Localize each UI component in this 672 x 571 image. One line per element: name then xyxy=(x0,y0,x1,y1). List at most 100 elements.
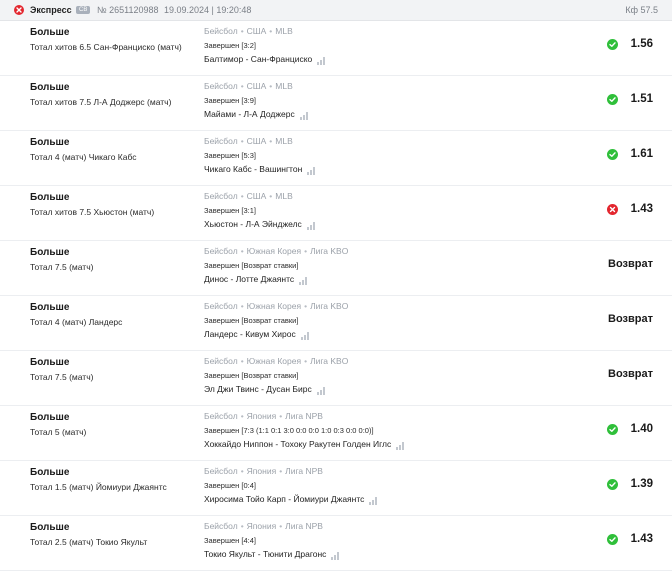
bet-list: Больше Тотал хитов 6.5 Сан-Франциско (ма… xyxy=(0,21,672,571)
stats-icon[interactable] xyxy=(299,277,308,285)
country-label: Япония xyxy=(246,466,277,476)
event-info: Бейсбол • Южная Корея • Лига KBO Завершен [В… xyxy=(204,300,599,340)
country-label: США xyxy=(246,81,267,91)
bet-row[interactable]: Больше Тотал 2.5 (матч) Токио Якульт Бей… xyxy=(0,516,672,571)
total-coefficient: Кф 57.5 xyxy=(625,5,658,15)
stats-icon[interactable] xyxy=(300,332,310,340)
sport-label: Бейсбол xyxy=(204,136,238,146)
league-label: MLB xyxy=(275,81,293,91)
separator-dot-icon: • xyxy=(269,81,273,91)
stats-icon[interactable] xyxy=(396,442,405,450)
event-breadcrumb[interactable]: Бейсбол • Южная Корея • Лига KBO xyxy=(204,355,599,367)
event-status: Завершен [5:3] xyxy=(204,151,256,160)
event-info: Бейсбол • США • MLB Завершен [3:2] Балтимор … xyxy=(204,25,599,65)
check-circle-icon xyxy=(607,39,618,50)
event-teams[interactable]: Токио Якульт - Тюнити Драгонс xyxy=(204,548,599,560)
bet-coefficient: 1.56 xyxy=(630,38,653,50)
league-label: MLB xyxy=(275,191,293,201)
bet-row[interactable]: Больше Тотал хитов 7.5 Л-А Доджерс (матч… xyxy=(0,76,672,131)
stats-icon[interactable] xyxy=(369,497,378,505)
bet-row[interactable]: Больше Тотал хитов 7.5 Хьюстон (матч) Бе… xyxy=(0,186,672,241)
outcome-label: Тотал 7.5 (матч) xyxy=(30,262,94,272)
stats-icon[interactable] xyxy=(317,57,326,65)
event-breadcrumb[interactable]: Бейсбол • Южная Корея • Лига KBO xyxy=(204,245,599,257)
event-teams[interactable]: Майами - Л-А Доджерс xyxy=(204,108,599,120)
sport-label: Бейсбол xyxy=(204,246,238,256)
event-info: Бейсбол • Южная Корея • Лига KBO Завершен [В… xyxy=(204,245,599,285)
separator-dot-icon: • xyxy=(240,136,244,146)
event-teams[interactable]: Ландерс - Кивум Хирос xyxy=(204,328,599,340)
market-label: Больше xyxy=(30,467,70,478)
separator-dot-icon: • xyxy=(279,521,283,531)
event-teams[interactable]: Хиросима Тойо Карп - Йомиури Джаянтс xyxy=(204,493,599,505)
outcome-label: Тотал хитов 6.5 Сан-Франциско (матч) xyxy=(30,42,182,52)
event-teams[interactable]: Балтимор - Сан-Франциско xyxy=(204,53,599,65)
stats-icon[interactable] xyxy=(316,387,326,395)
market-label: Больше xyxy=(30,137,70,148)
teams-label: Балтимор - Сан-Франциско xyxy=(204,54,313,64)
market-label: Больше xyxy=(30,302,70,313)
market-label: Больше xyxy=(30,522,70,533)
country-label: США xyxy=(246,136,267,146)
close-circle-icon xyxy=(14,5,24,15)
market-label: Больше xyxy=(30,192,70,203)
event-breadcrumb[interactable]: Бейсбол • Япония • Лига NPB xyxy=(204,520,599,532)
bet-coefficient: 1.61 xyxy=(630,148,653,160)
event-breadcrumb[interactable]: Бейсбол • США • MLB xyxy=(204,25,599,37)
teams-label: Динос - Лотте Джаянтс xyxy=(204,274,295,284)
stats-icon[interactable] xyxy=(307,167,316,175)
outcome-label: Тотал 7.5 (матч) xyxy=(30,372,94,382)
separator-dot-icon: • xyxy=(240,466,244,476)
bet-coefficient: 1.40 xyxy=(630,423,653,435)
stats-icon[interactable] xyxy=(299,112,309,120)
bet-row[interactable]: Больше Тотал 5 (матч) Бейсбол • Япония • Лиг… xyxy=(0,406,672,461)
bet-header[interactable]: Экспресс СВ № 2651120988 19.09.2024 | 19… xyxy=(0,0,672,21)
teams-label: Хиросима Тойо Карп - Йомиури Джаянтс xyxy=(204,494,365,504)
bet-row[interactable]: Больше Тотал 7.5 (матч) Бейсбол • Южная Ко… xyxy=(0,351,672,406)
bet-row[interactable]: Больше Тотал 1.5 (матч) Йомиури Джаянтс … xyxy=(0,461,672,516)
event-teams[interactable]: Динос - Лотте Джаянтс xyxy=(204,273,599,285)
bet-selection: Больше Тотал 4 (матч) Чикаго Кабс xyxy=(30,136,198,163)
league-label: Лига NPB xyxy=(285,466,323,476)
event-teams[interactable]: Эл Джи Твинс - Дусан Бирс xyxy=(204,383,599,395)
event-status: Завершен [4:4] xyxy=(204,536,256,545)
bet-row[interactable]: Больше Тотал 7.5 (матч) Бейсбол • Южная Ко… xyxy=(0,241,672,296)
teams-label: Ландерс - Кивум Хирос xyxy=(204,329,296,339)
event-breadcrumb[interactable]: Бейсбол • Южная Корея • Лига KBO xyxy=(204,300,599,312)
separator-dot-icon: • xyxy=(240,246,244,256)
event-breadcrumb[interactable]: Бейсбол • Япония • Лига NPB xyxy=(204,410,599,422)
separator-dot-icon: • xyxy=(240,26,244,36)
event-status: Завершен [Возврат ставки] xyxy=(204,371,299,380)
event-breadcrumb[interactable]: Бейсбол • США • MLB xyxy=(204,190,599,202)
event-info: Бейсбол • Япония • Лига NPB Завершен [7:3 (1… xyxy=(204,410,599,450)
market-label: Больше xyxy=(30,82,70,93)
event-teams[interactable]: Чикаго Кабс - Вашингтон xyxy=(204,163,599,175)
teams-label: Хоккайдо Ниппон - Тохоку Ракутен Голден … xyxy=(204,439,392,449)
event-status: Завершен [3:2] xyxy=(204,41,256,50)
close-circle-icon xyxy=(607,204,618,215)
market-label: Больше xyxy=(30,412,70,423)
separator-dot-icon: • xyxy=(304,246,308,256)
stats-icon[interactable] xyxy=(306,222,316,230)
stats-icon[interactable] xyxy=(331,552,340,560)
event-teams[interactable]: Хоккайдо Ниппон - Тохоку Ракутен Голден … xyxy=(204,438,599,450)
event-breadcrumb[interactable]: Бейсбол • США • MLB xyxy=(204,135,599,147)
country-label: Южная Корея xyxy=(246,246,302,256)
event-status: Завершен [0:4] xyxy=(204,481,256,490)
sport-label: Бейсбол xyxy=(204,81,238,91)
teams-label: Майами - Л-А Доджерс xyxy=(204,109,295,119)
event-breadcrumb[interactable]: Бейсбол • США • MLB xyxy=(204,80,599,92)
event-status: Завершен [7:3 (1:1 0:1 3:0 0:0 0:0 1:0 0… xyxy=(204,426,374,435)
bet-row[interactable]: Больше Тотал хитов 6.5 Сан-Франциско (ма… xyxy=(0,21,672,76)
bet-selection: Больше Тотал 5 (матч) xyxy=(30,411,198,438)
bet-row[interactable]: Больше Тотал 4 (матч) Ландерс Бейсбол • Юж… xyxy=(0,296,672,351)
market-label: Больше xyxy=(30,27,70,38)
bet-row[interactable]: Больше Тотал 4 (матч) Чикаго Кабс Бейсбо… xyxy=(0,131,672,186)
bet-selection: Больше Тотал 7.5 (матч) xyxy=(30,246,198,273)
event-breadcrumb[interactable]: Бейсбол • Япония • Лига NPB xyxy=(204,465,599,477)
separator-dot-icon: • xyxy=(240,81,244,91)
outcome-label: Тотал хитов 7.5 Л-А Доджерс (матч) xyxy=(30,97,172,107)
bet-badge: СВ xyxy=(76,6,91,14)
teams-label: Хьюстон - Л-А Эйнджелс xyxy=(204,219,302,229)
event-teams[interactable]: Хьюстон - Л-А Эйнджелс xyxy=(204,218,599,230)
